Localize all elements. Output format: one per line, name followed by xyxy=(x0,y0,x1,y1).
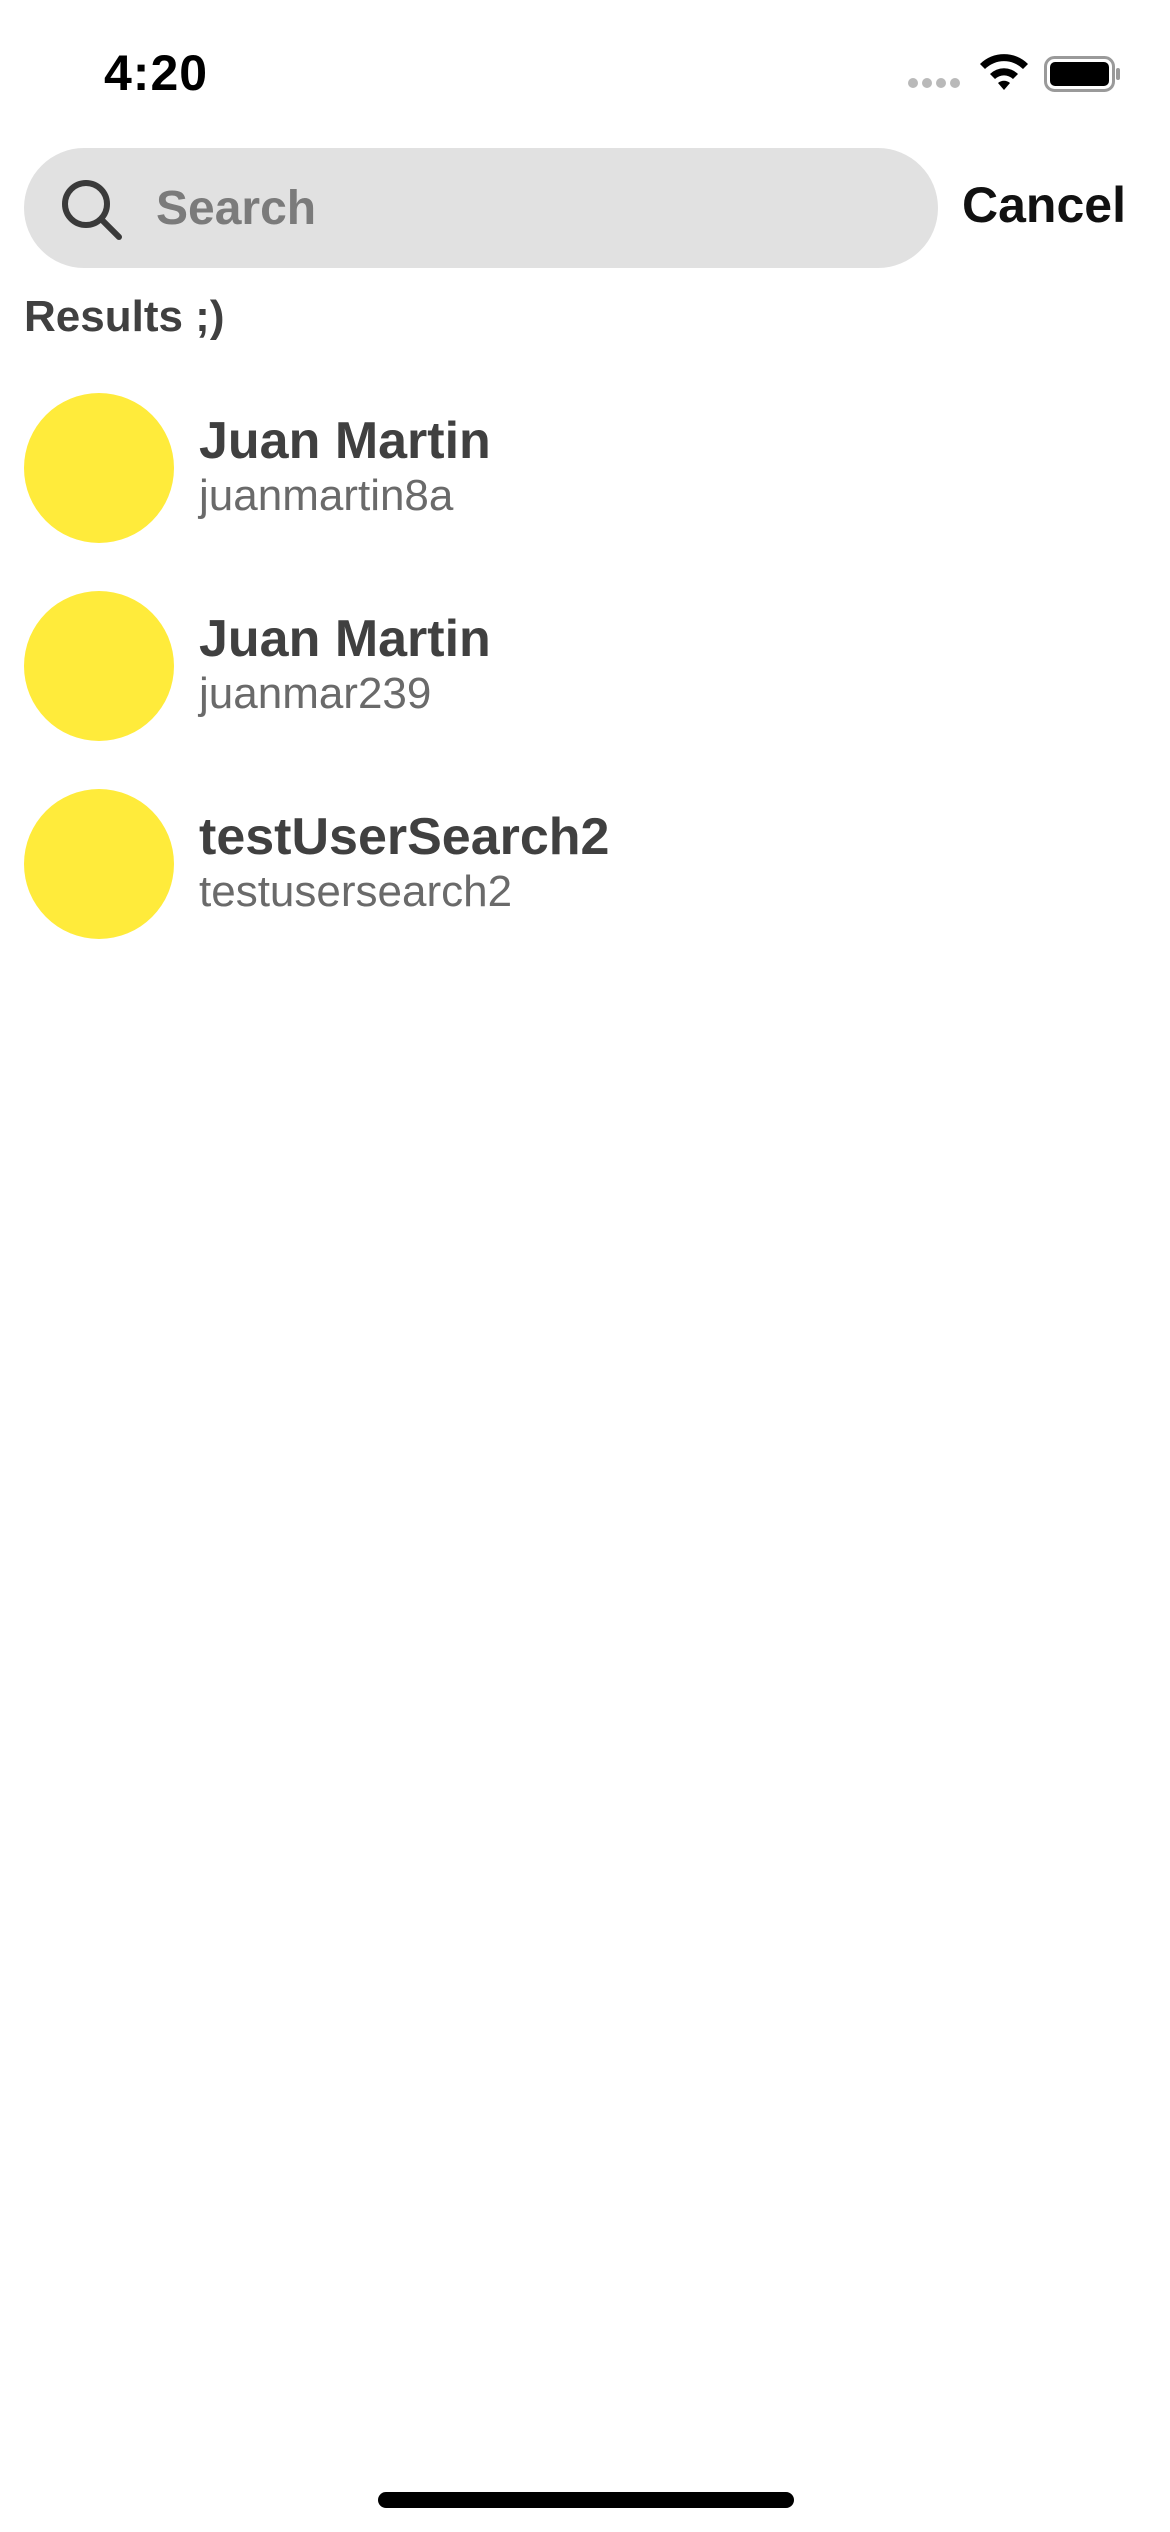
wifi-icon xyxy=(980,54,1028,90)
result-item[interactable]: Juan Martin juanmartin8a xyxy=(24,393,1146,543)
battery-icon xyxy=(1044,56,1120,92)
avatar xyxy=(24,393,174,543)
result-item[interactable]: testUserSearch2 testusersearch2 xyxy=(24,789,1146,939)
avatar xyxy=(24,789,174,939)
result-name: Juan Martin xyxy=(199,610,491,668)
result-item[interactable]: Juan Martin juanmar239 xyxy=(24,591,1146,741)
result-name: Juan Martin xyxy=(199,412,491,470)
search-input[interactable] xyxy=(156,148,916,268)
result-username: testusersearch2 xyxy=(199,867,513,916)
results-heading: Results ;) xyxy=(24,292,225,341)
result-username: juanmartin8a xyxy=(199,471,454,520)
avatar xyxy=(24,591,174,741)
signal-icon xyxy=(908,78,960,88)
cancel-button[interactable]: Cancel xyxy=(962,176,1126,234)
home-indicator[interactable] xyxy=(378,2492,794,2508)
status-bar: 4:20 xyxy=(0,0,1170,140)
status-time: 4:20 xyxy=(104,45,209,101)
search-bar[interactable] xyxy=(24,148,938,268)
result-name: testUserSearch2 xyxy=(199,808,610,866)
search-icon xyxy=(62,180,122,240)
result-username: juanmar239 xyxy=(199,669,432,718)
